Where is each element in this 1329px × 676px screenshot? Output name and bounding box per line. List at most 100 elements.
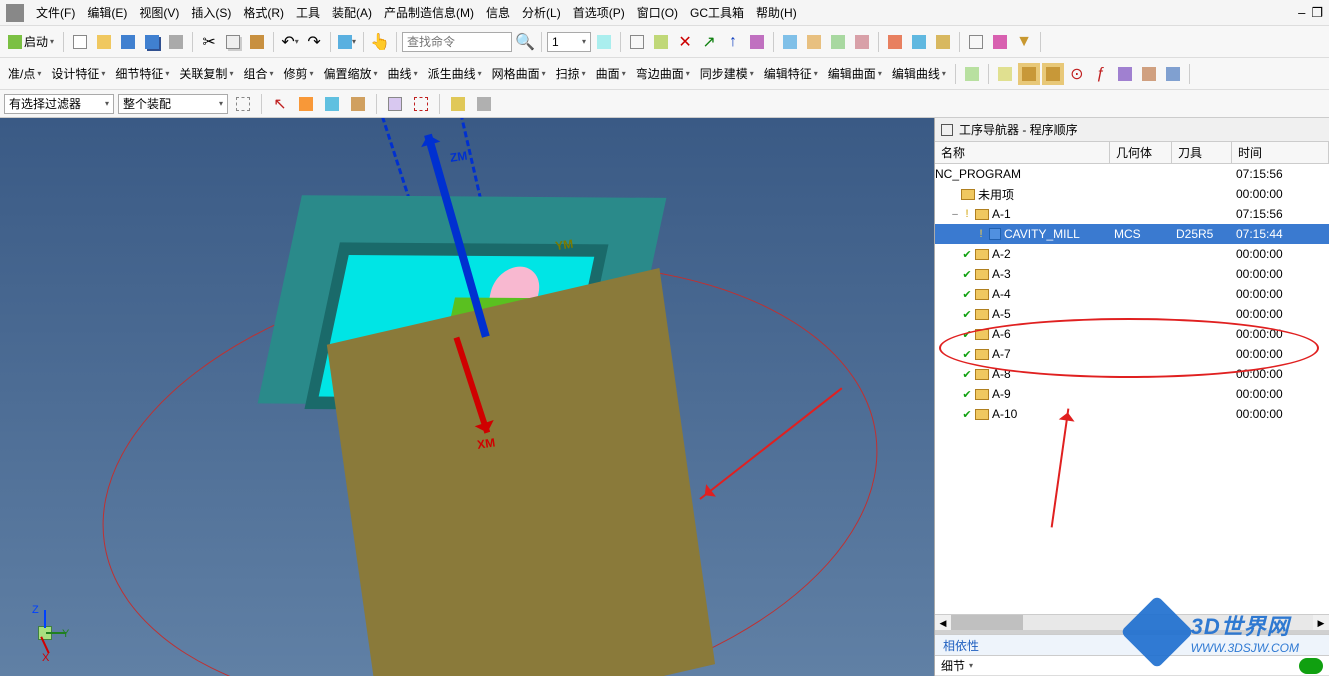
revolve-button[interactable] xyxy=(851,31,873,53)
touch-mode-button[interactable]: 👆 xyxy=(369,31,391,53)
assembly-scope-combo[interactable]: 整个装配▾ xyxy=(118,94,228,114)
save-all-button[interactable] xyxy=(141,31,163,53)
group-derived-curves[interactable]: 派生曲线▾ xyxy=(424,65,486,82)
menu-preferences[interactable]: 首选项(P) xyxy=(567,4,631,21)
tree-row[interactable]: ✔A-700:00:00 xyxy=(935,344,1329,364)
cylinder-button[interactable] xyxy=(473,93,495,115)
window-restore-button[interactable]: ❐ xyxy=(1311,5,1323,21)
csys-x-icon[interactable]: ✕ xyxy=(674,31,696,53)
group-design-feature[interactable]: 设计特征▾ xyxy=(47,65,109,82)
tree-row[interactable]: ✔A-300:00:00 xyxy=(935,264,1329,284)
measure-button[interactable] xyxy=(965,31,987,53)
extrude-button[interactable] xyxy=(827,31,849,53)
graphics-viewport[interactable]: ZM XM YM Z Y X xyxy=(0,118,934,676)
macro-button[interactable]: ƒ xyxy=(1090,63,1112,85)
view-shade-button[interactable] xyxy=(650,31,672,53)
view-triad[interactable]: Z Y X xyxy=(14,604,74,664)
expander-icon[interactable]: – xyxy=(949,209,961,220)
filter-btn-1[interactable] xyxy=(232,93,254,115)
repeat-button[interactable]: ▾ xyxy=(336,31,358,53)
datum-plane-button[interactable] xyxy=(884,31,906,53)
group-combine[interactable]: 组合▾ xyxy=(239,65,277,82)
group-offset-scale[interactable]: 偏置缩放▾ xyxy=(320,65,382,82)
menu-info[interactable]: 信息 xyxy=(480,4,516,21)
group-surface[interactable]: 曲面▾ xyxy=(592,65,630,82)
menu-window[interactable]: 窗口(O) xyxy=(631,4,684,21)
tree-row[interactable]: ✔A-200:00:00 xyxy=(935,244,1329,264)
navigator-tree[interactable]: NC_PROGRAM 07:15:56 未用项 00:00:00 –!A-1 0… xyxy=(935,164,1329,614)
select-arrow-button[interactable]: ↖ xyxy=(269,93,291,115)
command-search-input[interactable] xyxy=(402,32,512,52)
col-tool[interactable]: 刀具 xyxy=(1172,142,1232,163)
open-button[interactable] xyxy=(93,31,115,53)
assembly-nav-button[interactable] xyxy=(961,63,983,85)
save-button[interactable] xyxy=(117,31,139,53)
group-flange-surface[interactable]: 弯边曲面▾ xyxy=(632,65,694,82)
select-face-button[interactable] xyxy=(321,93,343,115)
wcs-button[interactable] xyxy=(593,31,615,53)
col-geom[interactable]: 几何体 xyxy=(1110,142,1172,163)
select-solid-button[interactable] xyxy=(384,93,406,115)
number-combo[interactable]: 1▾ xyxy=(547,32,591,52)
group-mesh-surface[interactable]: 网格曲面▾ xyxy=(488,65,550,82)
selection-filter-combo[interactable]: 有选择过滤器▾ xyxy=(4,94,114,114)
history-button[interactable] xyxy=(994,63,1016,85)
menu-edit[interactable]: 编辑(E) xyxy=(81,4,133,21)
dependency-section[interactable]: 相依性 xyxy=(935,634,1329,656)
box-zoom-button[interactable] xyxy=(447,93,469,115)
vis-button[interactable] xyxy=(1138,63,1160,85)
tree-row-cavity-mill[interactable]: !CAVITY_MILL MCS D25R5 07:15:44 xyxy=(935,224,1329,244)
col-name[interactable]: 名称 xyxy=(935,142,1110,163)
tree-row[interactable]: ✔A-1000:00:00 xyxy=(935,404,1329,424)
scroll-left-button[interactable]: ◀ xyxy=(935,615,951,631)
vis2-button[interactable] xyxy=(1162,63,1184,85)
group-associative-copy[interactable]: 关联复制▾ xyxy=(175,65,237,82)
print-button[interactable] xyxy=(165,31,187,53)
tree-row[interactable]: ✔A-600:00:00 xyxy=(935,324,1329,344)
menu-format[interactable]: 格式(R) xyxy=(237,4,290,21)
menu-insert[interactable]: 插入(S) xyxy=(185,4,237,21)
edge-blend-button[interactable] xyxy=(779,31,801,53)
layer-button[interactable] xyxy=(989,31,1011,53)
chamfer-button[interactable] xyxy=(803,31,825,53)
tree-row-a1[interactable]: –!A-1 07:15:56 xyxy=(935,204,1329,224)
tree-row-root[interactable]: NC_PROGRAM 07:15:56 xyxy=(935,164,1329,184)
menu-help[interactable]: 帮助(H) xyxy=(750,4,803,21)
paste-button[interactable] xyxy=(246,31,268,53)
redo-button[interactable]: ↷ xyxy=(303,31,325,53)
scroll-thumb[interactable] xyxy=(951,615,1023,630)
window-minimize-button[interactable]: – xyxy=(1298,5,1305,21)
journal-button[interactable] xyxy=(1114,63,1136,85)
tree-row[interactable]: ✔A-500:00:00 xyxy=(935,304,1329,324)
menu-gc-toolbox[interactable]: GC工具箱 xyxy=(684,4,750,21)
shell-button[interactable] xyxy=(932,31,954,53)
group-edit-curve[interactable]: 编辑曲线▾ xyxy=(888,65,950,82)
group-detail-feature[interactable]: 细节特征▾ xyxy=(111,65,173,82)
menu-assembly[interactable]: 装配(A) xyxy=(326,4,378,21)
start-dropdown[interactable]: 启动▾ xyxy=(4,33,58,50)
group-sync-modeling[interactable]: 同步建模▾ xyxy=(696,65,758,82)
new-button[interactable] xyxy=(69,31,91,53)
unlock-button[interactable] xyxy=(1042,63,1064,85)
filter-funnel-icon[interactable]: ▼ xyxy=(1013,31,1035,53)
tree-row[interactable]: ✔A-900:00:00 xyxy=(935,384,1329,404)
tree-row[interactable]: ✔A-400:00:00 xyxy=(935,284,1329,304)
select-add-button[interactable] xyxy=(295,93,317,115)
scroll-right-button[interactable]: ▶ xyxy=(1313,615,1329,631)
detail-section[interactable]: 细节▾ xyxy=(935,656,1329,676)
axis-pin-button[interactable] xyxy=(908,31,930,53)
record-button[interactable]: ⊙ xyxy=(1066,63,1088,85)
datum-button[interactable] xyxy=(746,31,768,53)
search-button[interactable]: 🔍 xyxy=(514,31,536,53)
menu-view[interactable]: 视图(V) xyxy=(133,4,185,21)
cut-button[interactable]: ✂ xyxy=(198,31,220,53)
csys-z-icon[interactable]: ↑ xyxy=(722,31,744,53)
select-edge-button[interactable] xyxy=(347,93,369,115)
menu-analysis[interactable]: 分析(L) xyxy=(516,4,567,21)
copy-button[interactable] xyxy=(222,31,244,53)
group-trim[interactable]: 修剪▾ xyxy=(279,65,317,82)
select-region-button[interactable] xyxy=(410,93,432,115)
group-edit-feature[interactable]: 编辑特征▾ xyxy=(760,65,822,82)
lock-button[interactable] xyxy=(1018,63,1040,85)
tree-row-unused[interactable]: 未用项 00:00:00 xyxy=(935,184,1329,204)
